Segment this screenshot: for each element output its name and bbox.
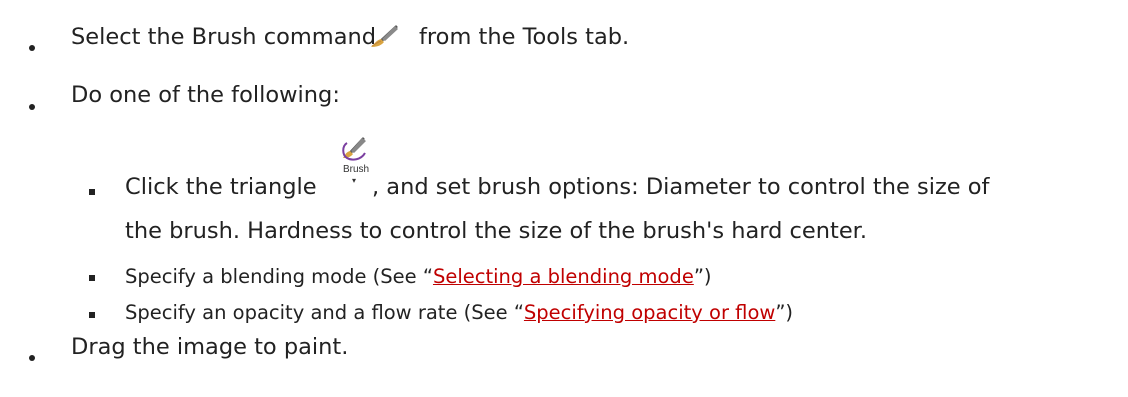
substep-1-text-before: Click the triangle bbox=[125, 174, 317, 200]
square-bullet bbox=[89, 275, 95, 281]
substep-3-text-before: Specify an opacity and a flow rate (See … bbox=[125, 301, 524, 324]
brush-dropdown-label: Brush bbox=[342, 164, 370, 175]
square-bullet bbox=[89, 312, 95, 318]
substep-1-continuation: the brush. Hardness to control the size … bbox=[125, 218, 868, 244]
bullet bbox=[29, 45, 35, 51]
step-3-text: Drag the image to paint. bbox=[71, 334, 349, 360]
substep-2-text-before: Specify a blending mode (See “ bbox=[125, 265, 433, 288]
bullet bbox=[29, 104, 35, 110]
bullet bbox=[29, 355, 35, 361]
step-1-text-after: from the Tools tab. bbox=[419, 24, 630, 50]
substep-3-text-after: ”) bbox=[775, 301, 794, 324]
step-1-text-before: Select the Brush command bbox=[71, 24, 377, 50]
substep-2-text-after: ”) bbox=[693, 265, 712, 288]
specifying-opacity-link[interactable]: Specifying opacity or flow bbox=[524, 301, 775, 324]
substep-3-text: Specify an opacity and a flow rate (See … bbox=[125, 301, 793, 324]
step-2-text: Do one of the following: bbox=[71, 82, 340, 108]
substep-2-text: Specify a blending mode (See “Selecting … bbox=[125, 265, 712, 288]
dropdown-triangle-icon[interactable]: ▾ bbox=[352, 176, 356, 185]
brush-dropdown-icon[interactable]: Brush ▾ bbox=[341, 136, 371, 185]
paintbrush-icon bbox=[369, 25, 399, 55]
selecting-blending-mode-link[interactable]: Selecting a blending mode bbox=[433, 265, 694, 288]
square-bullet bbox=[89, 189, 95, 195]
substep-1-text-after: , and set brush options: Diameter to con… bbox=[372, 174, 990, 200]
